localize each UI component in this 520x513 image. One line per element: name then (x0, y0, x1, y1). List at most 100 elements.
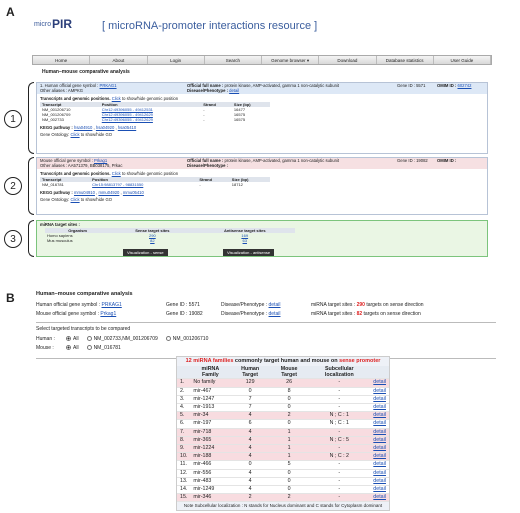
table-cell: 4 (230, 452, 270, 462)
table-cell: 15. (177, 493, 191, 503)
table-cell: 0 (269, 485, 309, 495)
visualize-sense-button[interactable]: Visualization - sense (123, 249, 168, 256)
kegg-link[interactable]: mmu04920 (98, 190, 119, 195)
mouse-tx-toggle[interactable]: Click (112, 171, 121, 176)
table-cell: 18712 (231, 181, 243, 187)
b-mouse-disease-link[interactable]: detail (269, 311, 281, 317)
table-cell: 26 (269, 378, 309, 388)
table-cell[interactable]: detail (370, 428, 389, 437)
nav-item-1[interactable]: About (90, 56, 148, 64)
omim-link[interactable]: 602742 (457, 83, 471, 88)
table-row: 6. mir-197 6 0 N ; C : 1 detail (177, 419, 389, 429)
table-cell: mir-1224 (190, 444, 231, 454)
b-human-symbol-link[interactable]: PRKAG1 (102, 302, 122, 308)
nav-item-4[interactable]: Genome browser ▾ (262, 56, 320, 64)
b-mouse-symbol-link[interactable]: Prkag1 (100, 311, 116, 317)
human-symbol-link[interactable]: PRKAG1 (100, 83, 117, 88)
nav-item-0[interactable]: Home (33, 56, 91, 64)
radio-icon[interactable] (66, 345, 71, 351)
table-cell[interactable]: detail (370, 493, 389, 503)
panel-b: Human–mouse comparative analysis Human o… (36, 291, 496, 359)
table-cell: - (308, 444, 371, 454)
table-cell: 0 (269, 395, 309, 405)
table-cell: NM_016781 (42, 181, 64, 187)
table-cell[interactable]: detail (370, 378, 389, 388)
mouse-transcript-option-1[interactable]: NM_016781 (85, 345, 121, 351)
human-kegg: KEGG pathway : hsa04910 , hsa04920 , hsa… (40, 124, 137, 130)
table-cell: 1 (269, 428, 309, 437)
table-cell: NM_002733 (42, 116, 64, 122)
table-cell[interactable]: detail (370, 444, 389, 454)
human-transcript-option-1[interactable]: NM_002733,NM_001206709 (85, 336, 158, 342)
table-cell[interactable]: detail (370, 411, 389, 421)
site-title: [ microRNA-promoter interactions resourc… (102, 20, 318, 32)
table-cell[interactable]: 82 (110, 238, 194, 243)
human-gene-box: 1. Human official gene symbol : PRKAG1 O… (36, 82, 488, 154)
mirna-banner: 12 miRNA families commonly target human … (177, 357, 389, 366)
nav-item-5[interactable]: Download (319, 56, 377, 64)
b-mouse-geneid: Gene ID : 19082 (166, 311, 203, 317)
table-cell: N ; C : 2 (308, 452, 371, 462)
table-cell[interactable]: 63 (195, 238, 295, 243)
table-cell: 0 (269, 469, 309, 478)
table-cell: mir-1913 (190, 403, 231, 413)
table-cell[interactable]: detail (370, 469, 389, 478)
human-transcript-option-2[interactable]: NM_001206710 (164, 336, 208, 342)
radio-icon[interactable] (66, 336, 71, 342)
visualize-antisense-button[interactable]: Visualization - antisense (223, 249, 275, 256)
table-cell[interactable]: detail (370, 436, 389, 446)
nav-bar: Home About Login Search Genome browser ▾ Down… (32, 55, 492, 65)
mouse-kegg: KEGG pathway : mmu04910 , mmu04920 , mmu… (40, 189, 144, 195)
table-cell[interactable]: detail (370, 460, 389, 470)
kegg-link[interactable]: hsa05410 (118, 125, 136, 130)
target-sites-box: miRNA target sites : Organism Sense targe… (36, 220, 488, 257)
table-cell: 16575 (233, 116, 246, 122)
table-cell[interactable]: detail (370, 387, 389, 396)
bullet-1: 1 (4, 110, 22, 128)
human-disease-link[interactable]: detail (229, 88, 239, 93)
table-cell: Mus musculus (47, 237, 73, 243)
mouse-disease: Disease/Phenotype : (187, 163, 228, 168)
human-tx-toggle[interactable]: Click (112, 96, 121, 101)
table-cell[interactable]: Chr15:98813797 - 98831550 (90, 182, 197, 187)
table-cell: 0 (269, 477, 309, 487)
column-header (177, 366, 191, 380)
mouse-go-toggle[interactable]: Click (71, 197, 80, 202)
radio-icon[interactable] (165, 336, 171, 342)
human-go-toggle[interactable]: Click (71, 132, 80, 137)
table-cell[interactable]: detail (370, 485, 389, 495)
b-human-disease-link[interactable]: detail (269, 302, 281, 308)
table-cell: mir-197 (190, 419, 231, 429)
table-cell: 7 (230, 395, 270, 405)
kegg-link[interactable]: mmu04910 (74, 190, 95, 195)
table-cell: mir-466 (190, 460, 231, 470)
radio-icon[interactable] (86, 336, 92, 342)
mouse-transcript-option-0[interactable]: All (64, 345, 79, 351)
nav-item-2[interactable]: Login (148, 56, 205, 64)
kegg-link[interactable]: hsa04920 (96, 125, 114, 130)
kegg-link[interactable]: hsa04910 (74, 125, 92, 130)
human-go: Gene Ontology: Click to show/hide GO (40, 132, 112, 137)
kegg-link[interactable]: mmu05410 (123, 190, 144, 195)
human-alias: Other aliases : AMPKG (40, 88, 84, 93)
nav-item-3[interactable]: Search (205, 56, 262, 64)
table-cell[interactable]: detail (370, 452, 389, 462)
brace-3 (28, 220, 34, 257)
site-logo[interactable]: micro PIR (32, 12, 87, 40)
nav-item-6[interactable]: Database statistics (377, 56, 434, 64)
table-cell[interactable]: Chr12:49396055 - 49412629 (100, 117, 202, 122)
table-cell[interactable]: detail (370, 477, 389, 487)
table-cell: 5 (269, 460, 309, 470)
radio-icon[interactable] (86, 345, 92, 351)
nav-item-7[interactable]: User Guide (434, 56, 491, 64)
table-cell: 8. (177, 436, 191, 446)
table-cell[interactable]: detail (370, 395, 389, 405)
panel-b-label: B (6, 291, 15, 305)
table-cell: 11. (177, 460, 191, 470)
table-row: 3. mir-1247 7 0- detail (177, 395, 389, 405)
mirna-family-table: miRNA Family Human Target Mouse Target Subc… (177, 366, 389, 503)
table-cell[interactable]: detail (370, 403, 389, 413)
human-transcript-option-0[interactable]: All (64, 336, 79, 342)
table-cell: - (308, 403, 371, 413)
table-cell[interactable]: detail (370, 419, 389, 429)
